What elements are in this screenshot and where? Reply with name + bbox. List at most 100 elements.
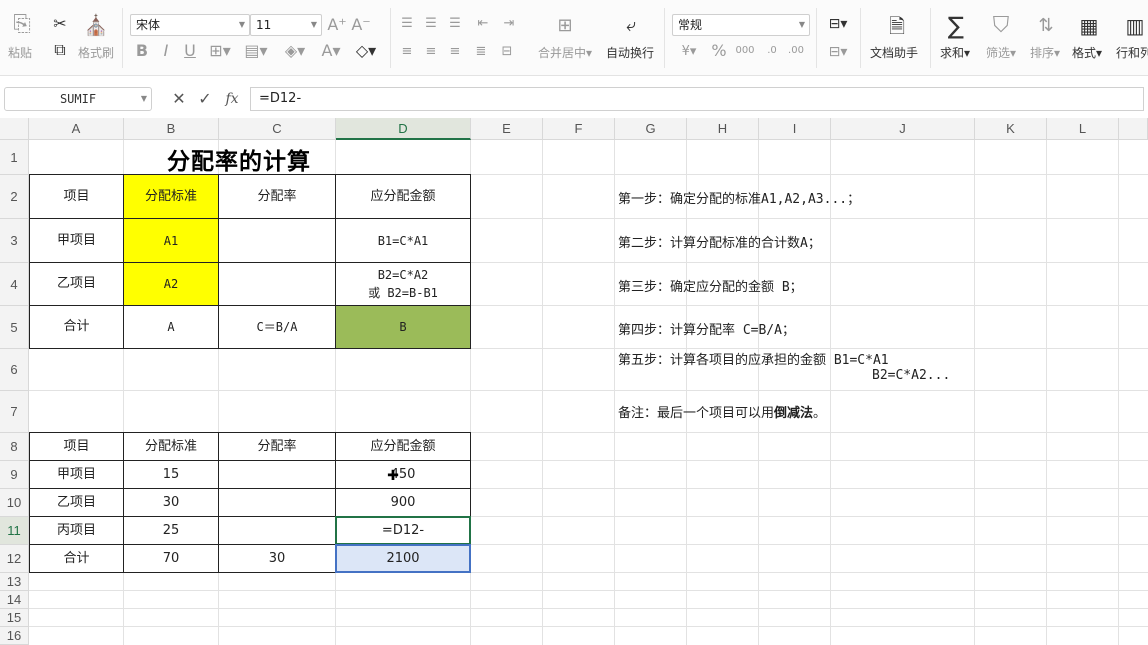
- borders-icon[interactable]: ⊞▾: [208, 42, 232, 60]
- filter-button[interactable]: 筛选▾: [986, 44, 1016, 61]
- t2-cell-d11-active[interactable]: =D12-: [335, 516, 471, 545]
- step-1-text[interactable]: 第一步：确定分配的标准A1,A2,A3...；: [618, 188, 860, 207]
- rows-cols-icon[interactable]: ▥: [1122, 12, 1148, 40]
- distributed-icon[interactable]: ⊟: [498, 42, 516, 60]
- t2-cell-b11[interactable]: 25: [123, 516, 219, 545]
- t2-cell-d10[interactable]: 900: [335, 488, 471, 517]
- row-header-15[interactable]: 15: [0, 609, 29, 627]
- cell-style-icon[interactable]: ▤▾: [244, 42, 268, 60]
- row-header-10[interactable]: 10: [0, 489, 29, 517]
- column-header-i[interactable]: I: [759, 118, 831, 140]
- align-middle-icon[interactable]: ☰: [422, 14, 440, 32]
- sum-icon[interactable]: ∑: [944, 12, 968, 40]
- t1-cell-a3[interactable]: 甲项目: [29, 218, 124, 263]
- formula-input[interactable]: =D12-: [250, 87, 1144, 111]
- t2-header-rate[interactable]: 分配率: [218, 432, 336, 461]
- row-header-3[interactable]: 3: [0, 219, 29, 263]
- t1-cell-b3[interactable]: A1: [123, 218, 219, 263]
- cut-icon[interactable]: ✂: [50, 14, 70, 34]
- sort-button[interactable]: 排序▾: [1030, 44, 1060, 61]
- indent-increase-icon[interactable]: ⇥: [500, 14, 518, 32]
- row-header-14[interactable]: 14: [0, 591, 29, 609]
- t2-header-item[interactable]: 项目: [29, 432, 124, 461]
- thousands-icon[interactable]: 000: [734, 42, 756, 60]
- remark-text[interactable]: 备注：最后一个项目可以用倒减法。: [618, 402, 826, 421]
- decrease-decimal-icon[interactable]: .00: [786, 42, 806, 60]
- t1-cell-a5[interactable]: 合计: [29, 305, 124, 349]
- filter-icon[interactable]: ⛉: [988, 12, 1014, 40]
- bold-icon[interactable]: B: [134, 42, 150, 60]
- t1-cell-c5[interactable]: C＝B/A: [218, 305, 336, 349]
- row-header-2[interactable]: 2: [0, 175, 29, 219]
- t1-cell-c4[interactable]: [218, 262, 336, 306]
- t2-cell-d12-referenced[interactable]: 2100: [335, 544, 471, 573]
- indent-decrease-icon[interactable]: ⇤: [474, 14, 492, 32]
- wrap-text-button[interactable]: 自动换行: [606, 44, 654, 61]
- column-header-l[interactable]: L: [1047, 118, 1119, 140]
- doc-assistant-button[interactable]: 文档助手: [870, 44, 918, 61]
- cancel-icon[interactable]: ✕: [170, 89, 188, 109]
- font-size-select[interactable]: 11 ▼: [250, 14, 322, 36]
- clear-icon[interactable]: ◇▾: [352, 42, 380, 60]
- t2-header-amount[interactable]: 应分配金额: [335, 432, 471, 461]
- font-color-icon[interactable]: A▾: [318, 42, 344, 60]
- t2-cell-c12[interactable]: 30: [218, 544, 336, 573]
- t1-cell-c3[interactable]: [218, 218, 336, 263]
- t1-header-amount[interactable]: 应分配金额: [335, 174, 471, 219]
- row-header-7[interactable]: 7: [0, 391, 29, 433]
- step-5-text[interactable]: 第五步：计算各项目的应承担的金额 B1=C*A1: [618, 349, 889, 368]
- number-format-select[interactable]: 常规 ▼: [672, 14, 810, 36]
- t2-cell-b10[interactable]: 30: [123, 488, 219, 517]
- t1-cell-d3[interactable]: B1=C*A1: [335, 218, 471, 263]
- align-bottom-icon[interactable]: ☰: [446, 14, 464, 32]
- row-header-16[interactable]: 16: [0, 627, 29, 645]
- t2-cell-c10[interactable]: [218, 488, 336, 517]
- align-left-icon[interactable]: ≡: [398, 42, 416, 60]
- t1-header-item[interactable]: 项目: [29, 174, 124, 219]
- copy-icon[interactable]: ⧉: [50, 40, 70, 60]
- chevron-down-icon[interactable]: ▼: [141, 88, 147, 110]
- insert-function-icon[interactable]: fx: [222, 89, 242, 109]
- name-box[interactable]: SUMIF ▼: [4, 87, 152, 111]
- t1-header-rate[interactable]: 分配率: [218, 174, 336, 219]
- conditional-format-icon[interactable]: ⊟▾: [824, 14, 852, 34]
- row-header-4[interactable]: 4: [0, 263, 29, 306]
- font-name-select[interactable]: 宋体 ▼: [130, 14, 250, 36]
- row-header-8[interactable]: 8: [0, 433, 29, 461]
- row-header-6[interactable]: 6: [0, 349, 29, 391]
- t1-cell-b5[interactable]: A: [123, 305, 219, 349]
- align-right-icon[interactable]: ≡: [446, 42, 464, 60]
- format-icon[interactable]: ▦: [1076, 12, 1102, 40]
- column-header-b[interactable]: B: [124, 118, 219, 140]
- confirm-icon[interactable]: ✓: [196, 89, 214, 109]
- decrease-font-icon[interactable]: A⁻: [351, 15, 370, 35]
- underline-icon[interactable]: U: [182, 42, 198, 60]
- t1-cell-b4[interactable]: A2: [123, 262, 219, 306]
- paste-button[interactable]: 粘贴: [8, 44, 32, 61]
- t2-cell-c11[interactable]: [218, 516, 336, 545]
- t2-cell-b9[interactable]: 15: [123, 460, 219, 489]
- t2-cell-b12[interactable]: 70: [123, 544, 219, 573]
- t1-cell-d4[interactable]: B2=C*A2 或 B2=B-B1: [335, 262, 471, 306]
- increase-decimal-icon[interactable]: .0: [762, 42, 782, 60]
- row-header-13[interactable]: 13: [0, 573, 29, 591]
- t2-cell-d9[interactable]: 450: [335, 460, 471, 489]
- increase-font-icon[interactable]: A⁺: [327, 15, 346, 35]
- currency-icon[interactable]: ¥▾: [676, 42, 702, 60]
- column-header-d[interactable]: D: [336, 118, 471, 140]
- italic-icon[interactable]: I: [158, 42, 174, 60]
- column-header-f[interactable]: F: [543, 118, 615, 140]
- format-painter-button[interactable]: 格式刷: [78, 44, 114, 61]
- step-4-text[interactable]: 第四步：计算分配率 C=B/A；: [618, 319, 795, 338]
- t2-cell-a10[interactable]: 乙项目: [29, 488, 124, 517]
- t2-cell-a9[interactable]: 甲项目: [29, 460, 124, 489]
- select-all-corner[interactable]: [0, 118, 29, 140]
- t2-header-standard[interactable]: 分配标准: [123, 432, 219, 461]
- sum-button[interactable]: 求和▾: [940, 44, 970, 61]
- merge-center-icon[interactable]: ⊞: [552, 14, 578, 38]
- t1-header-standard[interactable]: 分配标准: [123, 174, 219, 219]
- t2-cell-a12[interactable]: 合计: [29, 544, 124, 573]
- doc-assistant-icon[interactable]: 🗎: [884, 12, 910, 40]
- t2-cell-a11[interactable]: 丙项目: [29, 516, 124, 545]
- column-header-e[interactable]: E: [471, 118, 543, 140]
